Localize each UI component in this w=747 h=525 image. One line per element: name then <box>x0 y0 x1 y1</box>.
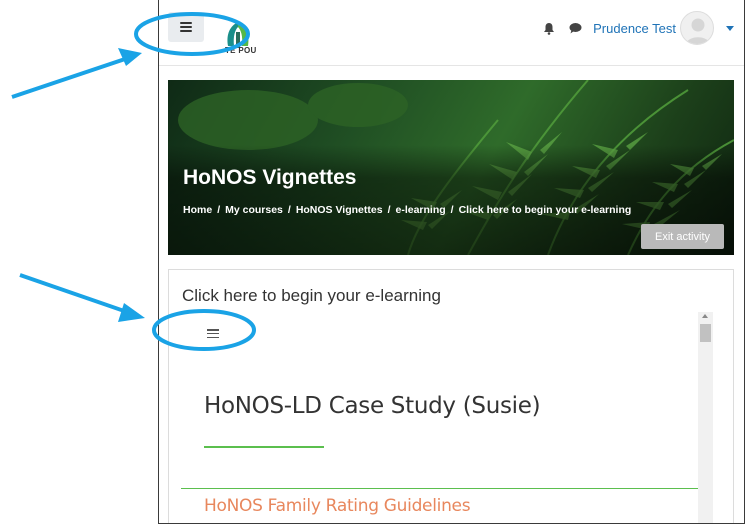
user-name-link[interactable]: Prudence Test <box>593 21 676 36</box>
bell-icon[interactable] <box>541 20 557 36</box>
user-menu-area: Prudence Test <box>541 11 734 45</box>
breadcrumb: Home / My courses / HoNOS Vignettes / e-… <box>183 204 631 216</box>
hamburger-icon <box>180 22 192 32</box>
breadcrumb-section[interactable]: e-learning <box>395 204 445 216</box>
nav-drawer-toggle-button[interactable] <box>168 12 204 42</box>
section-heading: HoNOS Family Rating Guidelines <box>204 496 471 516</box>
case-study-title: HoNOS-LD Case Study (Susie) <box>204 393 541 419</box>
screenshot-frame: TE POU Prudence Test HoNOS Vignettes Hom… <box>158 0 745 524</box>
breadcrumb-my-courses[interactable]: My courses <box>225 204 283 216</box>
activity-title: Click here to begin your e-learning <box>182 286 441 305</box>
title-underline <box>204 446 324 448</box>
scroll-up-arrow-icon[interactable] <box>702 314 708 318</box>
content-scrollbar[interactable] <box>698 312 713 523</box>
breadcrumb-home[interactable]: Home <box>183 204 212 216</box>
breadcrumb-course[interactable]: HoNOS Vignettes <box>296 204 383 216</box>
activity-card: Click here to begin your e-learning HoNO… <box>168 269 734 523</box>
annotation-arrows <box>11 48 145 322</box>
exit-activity-button[interactable]: Exit activity <box>641 224 724 249</box>
course-title: HoNOS Vignettes <box>183 166 357 189</box>
logo-text: TE POU <box>225 46 257 55</box>
course-header-banner: HoNOS Vignettes Home / My courses / HoNO… <box>168 80 734 255</box>
menu-icon[interactable] <box>207 329 219 338</box>
scroll-thumb[interactable] <box>700 324 711 342</box>
scorm-content-pane: HoNOS-LD Case Study (Susie) HoNOS Family… <box>181 312 698 523</box>
user-avatar[interactable] <box>680 11 714 45</box>
top-navbar: TE POU Prudence Test <box>159 0 744 66</box>
breadcrumb-separator: / <box>387 204 391 216</box>
breadcrumb-separator: / <box>450 204 454 216</box>
breadcrumb-activity[interactable]: Click here to begin your e-learning <box>459 204 632 216</box>
breadcrumb-separator: / <box>287 204 291 216</box>
section-divider <box>181 488 698 489</box>
message-icon[interactable] <box>567 20 583 36</box>
caret-down-icon[interactable] <box>726 25 734 31</box>
breadcrumb-separator: / <box>217 204 221 216</box>
